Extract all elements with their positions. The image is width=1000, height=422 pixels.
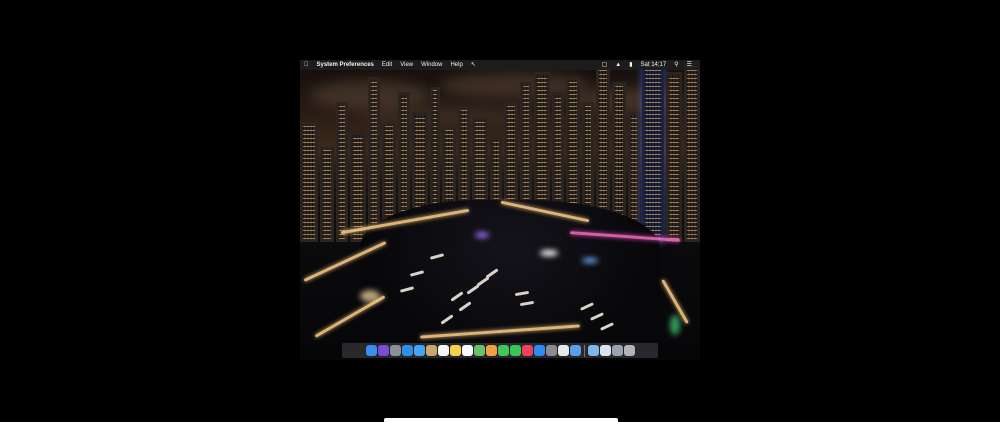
messages-icon[interactable] bbox=[497, 345, 509, 356]
screen-icon[interactable] bbox=[611, 345, 623, 356]
document-icon[interactable] bbox=[557, 345, 569, 356]
maps-icon[interactable] bbox=[473, 345, 485, 356]
xcode-icon[interactable] bbox=[569, 345, 581, 356]
desktop:  System Preferences Edit View Window He… bbox=[300, 60, 700, 360]
clock[interactable]: Sat 14:17 bbox=[637, 60, 671, 70]
pointer-cursor-icon: ↖ bbox=[466, 62, 476, 68]
facetime-icon[interactable] bbox=[509, 345, 521, 356]
notification-center-icon[interactable]: ☰ bbox=[683, 60, 696, 70]
menu-edit[interactable]: Edit bbox=[378, 60, 396, 70]
reminders-icon[interactable] bbox=[461, 345, 473, 356]
downloads-folder-icon[interactable] bbox=[587, 345, 599, 356]
mail-icon[interactable] bbox=[413, 345, 425, 356]
menu-help[interactable]: Help bbox=[446, 60, 466, 70]
app-store-icon[interactable] bbox=[533, 345, 545, 356]
dock-separator bbox=[583, 344, 585, 357]
siri-icon[interactable] bbox=[377, 345, 389, 356]
dock bbox=[342, 343, 658, 358]
apple-icon[interactable]:  bbox=[300, 60, 313, 70]
home-indicator bbox=[384, 418, 618, 422]
finder-icon[interactable] bbox=[365, 345, 377, 356]
trash-icon[interactable] bbox=[623, 345, 635, 356]
calendar-icon[interactable] bbox=[437, 345, 449, 356]
marina-water bbox=[360, 200, 660, 360]
notes-icon[interactable] bbox=[449, 345, 461, 356]
menu-window[interactable]: Window bbox=[417, 60, 446, 70]
preview-icon[interactable] bbox=[599, 345, 611, 356]
menu-view[interactable]: View bbox=[396, 60, 417, 70]
system-preferences-icon[interactable] bbox=[545, 345, 557, 356]
launchpad-icon[interactable] bbox=[389, 345, 401, 356]
safari-icon[interactable] bbox=[401, 345, 413, 356]
photos-icon[interactable] bbox=[485, 345, 497, 356]
contacts-icon[interactable] bbox=[425, 345, 437, 356]
music-icon[interactable] bbox=[521, 345, 533, 356]
volume-icon[interactable]: ▲ bbox=[611, 60, 625, 70]
menu-bar:  System Preferences Edit View Window He… bbox=[300, 60, 700, 70]
battery-icon[interactable]: ▮ bbox=[625, 60, 636, 70]
spotlight-search-icon[interactable]: ⚲ bbox=[670, 60, 682, 70]
display-mirroring-icon[interactable]: ▢ bbox=[598, 60, 612, 70]
app-menu[interactable]: System Preferences bbox=[313, 60, 378, 70]
